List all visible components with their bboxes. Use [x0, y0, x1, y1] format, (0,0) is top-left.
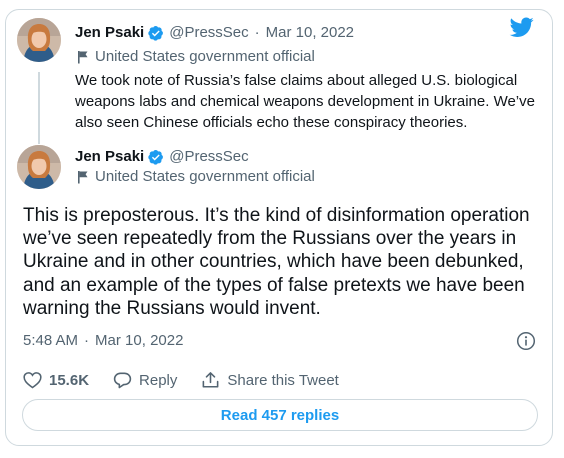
like-button[interactable]: 15.6K — [23, 371, 89, 389]
flag-icon — [78, 50, 88, 63]
info-icon[interactable] — [516, 331, 536, 351]
reply-button[interactable]: Reply — [113, 371, 177, 389]
separator-dot: · — [254, 24, 260, 41]
author-name[interactable]: Jen Psaki — [75, 148, 144, 165]
government-label-text: United States government official — [95, 168, 315, 185]
twitter-bird-icon[interactable] — [508, 15, 536, 39]
separator-dot: · — [84, 332, 90, 349]
author-name[interactable]: Jen Psaki — [75, 24, 144, 41]
government-label: United States government official — [77, 168, 315, 185]
author-handle[interactable]: @PressSec — [169, 24, 248, 41]
quoted-tweet-text: We took note of Russia’s false claims ab… — [75, 72, 535, 131]
verified-badge-icon — [148, 25, 164, 41]
government-label-text: United States government official — [95, 48, 315, 65]
tweet-date[interactable]: Mar 10, 2022 — [266, 24, 354, 41]
avatar[interactable] — [17, 18, 61, 62]
avatar[interactable] — [17, 145, 61, 189]
reply-bubble-icon — [113, 372, 132, 389]
share-icon — [202, 372, 219, 388]
share-label: Share this Tweet — [227, 371, 339, 389]
like-count: 15.6K — [49, 371, 90, 389]
share-button[interactable]: Share this Tweet — [201, 371, 339, 389]
avatar-photo-icon — [17, 18, 61, 62]
tweet-actions: 15.6K Reply Share this Tweet — [23, 371, 363, 389]
government-label: United States government official — [77, 48, 315, 65]
reply-label: Reply — [139, 371, 178, 389]
tweet-timestamp[interactable]: 5:48 AM · Mar 10, 2022 — [23, 332, 183, 349]
tweet-date[interactable]: Mar 10, 2022 — [95, 332, 183, 349]
thread-connector-line — [38, 72, 40, 144]
author-handle[interactable]: @PressSec — [169, 148, 248, 165]
tweet-text: This is preposterous. It’s the kind of d… — [23, 205, 530, 319]
read-replies-button[interactable]: Read 457 replies — [22, 399, 538, 431]
flag-icon — [78, 170, 88, 183]
verified-badge-icon — [148, 149, 164, 165]
quoted-author-row: Jen Psaki @PressSec · Mar 10, 2022 — [75, 24, 354, 41]
heart-icon — [23, 372, 42, 389]
tweet-time[interactable]: 5:48 AM — [23, 332, 78, 349]
main-author-row: Jen Psaki @PressSec — [75, 148, 249, 165]
avatar-photo-icon — [17, 145, 61, 189]
